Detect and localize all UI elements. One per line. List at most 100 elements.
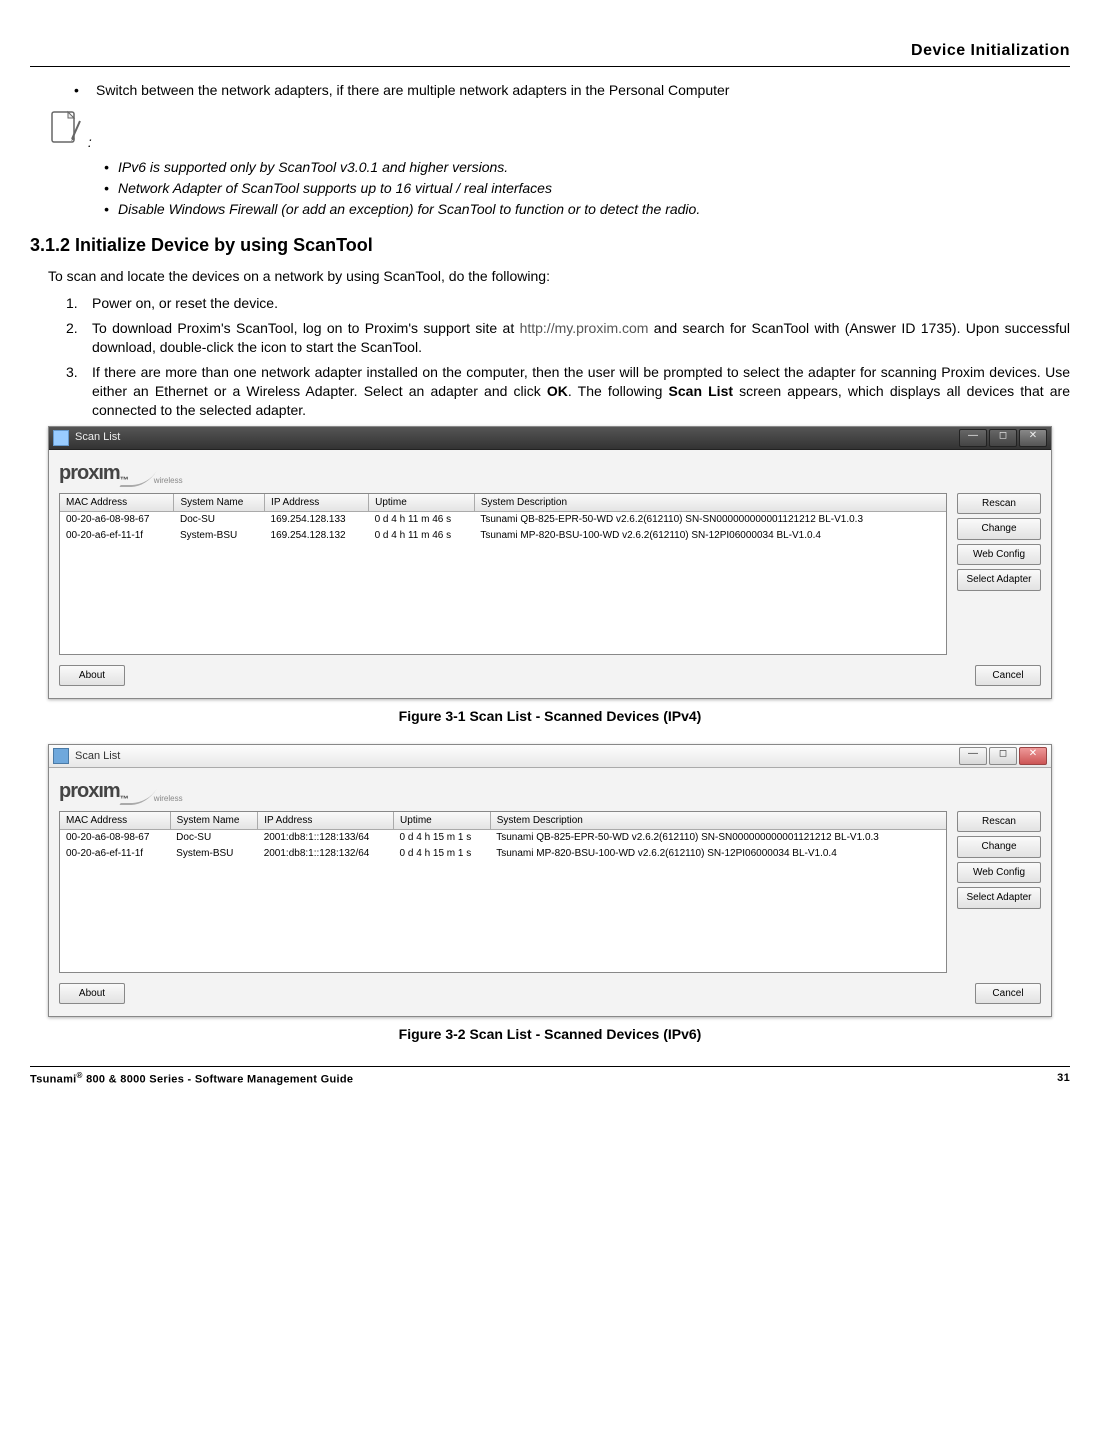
window-title: Scan List: [75, 430, 120, 445]
step3-scanlist: Scan List: [669, 383, 733, 399]
close-button[interactable]: ✕: [1019, 747, 1047, 765]
sub-bullet-text: Disable Windows Firewall (or add an exce…: [118, 200, 700, 219]
webconfig-button[interactable]: Web Config: [957, 544, 1041, 566]
about-button[interactable]: About: [59, 983, 125, 1005]
logo-swoosh-icon: [119, 471, 156, 487]
window-title: Scan List: [75, 749, 120, 764]
sub-bullet-row: • Network Adapter of ScanTool supports u…: [104, 179, 1070, 198]
col-sysname[interactable]: System Name: [170, 812, 258, 830]
footer-left-b: 800 & 8000 Series - Software Management …: [83, 1074, 354, 1086]
window-titlebar: Scan List — ◻ ✕: [49, 427, 1051, 450]
note-colon: :: [88, 134, 92, 150]
change-button[interactable]: Change: [957, 518, 1041, 540]
col-uptime[interactable]: Uptime: [394, 812, 491, 830]
step-number: 3.: [66, 363, 92, 382]
maximize-button[interactable]: ◻: [989, 747, 1017, 765]
cell-name: Doc-SU: [170, 830, 258, 846]
cell-desc: Tsunami QB-825-EPR-50-WD v2.6.2(612110) …: [490, 830, 946, 846]
footer-left-a: Tsunami: [30, 1074, 77, 1086]
note-icon: :: [46, 109, 1070, 152]
table-row[interactable]: 00-20-a6-08-98-67 Doc-SU 169.254.128.133…: [60, 512, 946, 528]
col-ip[interactable]: IP Address: [265, 494, 369, 512]
col-sysname[interactable]: System Name: [174, 494, 265, 512]
step-content: Power on, or reset the device.: [92, 294, 1070, 313]
logo-text-a: prox: [59, 460, 98, 487]
cell-ip: 2001:db8:1::128:132/64: [258, 846, 394, 862]
change-button[interactable]: Change: [957, 836, 1041, 858]
page-header-title: Device Initialization: [30, 40, 1070, 62]
proxim-logo: proxım™ wireless: [59, 460, 1041, 487]
logo-text-b: ım: [98, 778, 119, 805]
bullet-dot: •: [104, 200, 118, 219]
cancel-button[interactable]: Cancel: [975, 665, 1041, 687]
col-uptime[interactable]: Uptime: [369, 494, 475, 512]
table-row[interactable]: 00-20-a6-08-98-67 Doc-SU 2001:db8:1::128…: [60, 830, 946, 846]
logo-text-b: ım: [98, 460, 119, 487]
button-column: Rescan Change Web Config Select Adapter: [957, 493, 1041, 655]
rescan-button[interactable]: Rescan: [957, 493, 1041, 515]
cell-ip: 169.254.128.132: [265, 528, 369, 544]
cell-name: Doc-SU: [174, 512, 265, 528]
sub-bullet-text: IPv6 is supported only by ScanTool v3.0.…: [118, 158, 508, 177]
step-row: 1. Power on, or reset the device.: [66, 294, 1070, 313]
col-desc[interactable]: System Description: [474, 494, 946, 512]
cell-name: System-BSU: [174, 528, 265, 544]
sub-bullet-text: Network Adapter of ScanTool supports up …: [118, 179, 552, 198]
step-row: 2. To download Proxim's ScanTool, log on…: [66, 319, 1070, 357]
table-row[interactable]: 00-20-a6-ef-11-1f System-BSU 2001:db8:1:…: [60, 846, 946, 862]
cell-desc: Tsunami QB-825-EPR-50-WD v2.6.2(612110) …: [474, 512, 946, 528]
proxim-logo: proxım™ wireless: [59, 778, 1041, 805]
close-button[interactable]: ✕: [1019, 429, 1047, 447]
scan-results-table[interactable]: MAC Address System Name IP Address Uptim…: [59, 493, 947, 655]
bullet-dot: •: [104, 179, 118, 198]
col-desc[interactable]: System Description: [490, 812, 946, 830]
proxim-link[interactable]: http://my.proxim.com: [520, 320, 649, 336]
section-heading: 3.1.2 Initialize Device by using ScanToo…: [30, 233, 1070, 257]
footer-rule: [30, 1066, 1070, 1067]
window-body: proxım™ wireless MAC Address System Name…: [49, 450, 1051, 699]
selectadapter-button[interactable]: Select Adapter: [957, 569, 1041, 591]
cell-ip: 169.254.128.133: [265, 512, 369, 528]
cell-uptime: 0 d 4 h 15 m 1 s: [394, 846, 491, 862]
col-mac[interactable]: MAC Address: [60, 494, 174, 512]
top-bullet-row: • Switch between the network adapters, i…: [74, 81, 1070, 100]
header-rule: [30, 66, 1070, 67]
step2-a: To download Proxim's ScanTool, log on to…: [92, 320, 520, 336]
col-ip[interactable]: IP Address: [258, 812, 394, 830]
col-mac[interactable]: MAC Address: [60, 812, 170, 830]
logo-sub: wireless: [154, 476, 183, 487]
window-titlebar: Scan List — ◻ ✕: [49, 745, 1051, 768]
selectadapter-button[interactable]: Select Adapter: [957, 887, 1041, 909]
step3-ok: OK: [547, 383, 568, 399]
table-row[interactable]: 00-20-a6-ef-11-1f System-BSU 169.254.128…: [60, 528, 946, 544]
app-icon: [53, 748, 69, 764]
cell-mac: 00-20-a6-08-98-67: [60, 830, 170, 846]
logo-sub: wireless: [154, 794, 183, 805]
figure2-caption: Figure 3-2 Scan List - Scanned Devices (…: [30, 1025, 1070, 1044]
button-column: Rescan Change Web Config Select Adapter: [957, 811, 1041, 973]
bullet-dot: •: [74, 81, 96, 100]
cell-mac: 00-20-a6-08-98-67: [60, 512, 174, 528]
scanlist-window-ipv6: Scan List — ◻ ✕ proxım™ wireless MAC Add…: [48, 744, 1052, 1018]
logo-swoosh-icon: [119, 789, 156, 805]
cell-mac: 00-20-a6-ef-11-1f: [60, 528, 174, 544]
webconfig-button[interactable]: Web Config: [957, 862, 1041, 884]
maximize-button[interactable]: ◻: [989, 429, 1017, 447]
intro-text: To scan and locate the devices on a netw…: [48, 267, 1070, 286]
rescan-button[interactable]: Rescan: [957, 811, 1041, 833]
about-button[interactable]: About: [59, 665, 125, 687]
scan-results-table[interactable]: MAC Address System Name IP Address Uptim…: [59, 811, 947, 973]
window-body: proxım™ wireless MAC Address System Name…: [49, 768, 1051, 1017]
step-number: 2.: [66, 319, 92, 338]
step-row: 3. If there are more than one network ad…: [66, 363, 1070, 420]
minimize-button[interactable]: —: [959, 747, 987, 765]
minimize-button[interactable]: —: [959, 429, 987, 447]
page-footer: Tsunami® 800 & 8000 Series - Software Ma…: [30, 1066, 1070, 1088]
step3-b: . The following: [568, 383, 669, 399]
step-content: To download Proxim's ScanTool, log on to…: [92, 319, 1070, 357]
sub-bullet-row: • IPv6 is supported only by ScanTool v3.…: [104, 158, 1070, 177]
bullet-dot: •: [104, 158, 118, 177]
cancel-button[interactable]: Cancel: [975, 983, 1041, 1005]
scanlist-window-ipv4: Scan List — ◻ ✕ proxım™ wireless MAC Add…: [48, 426, 1052, 700]
logo-text-a: prox: [59, 778, 98, 805]
